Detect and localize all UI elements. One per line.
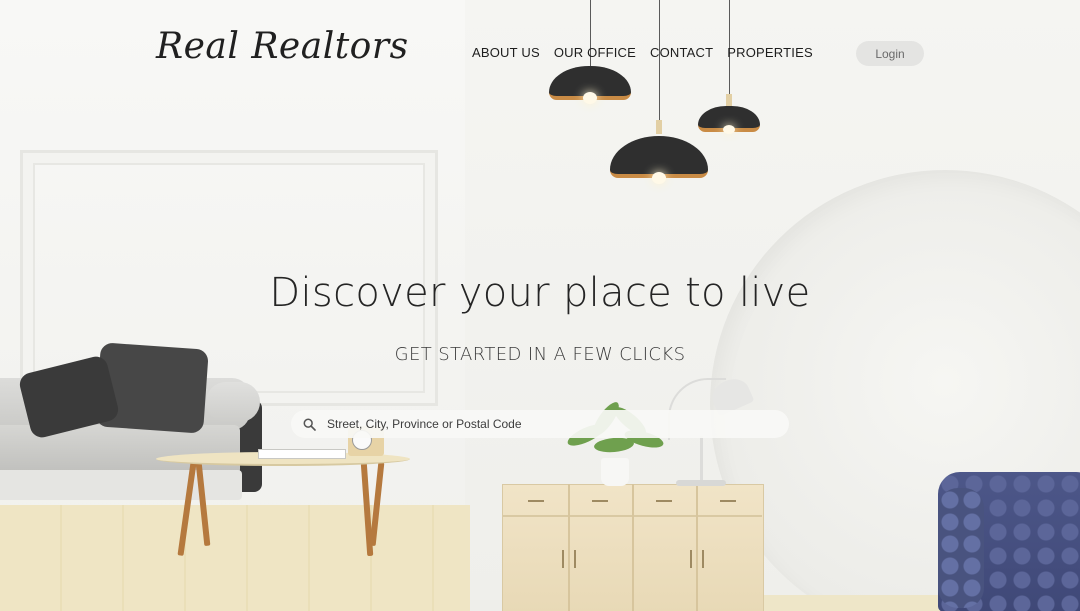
nav-about-us[interactable]: ABOUT US — [472, 45, 540, 60]
pendant-collar — [656, 120, 662, 134]
cabinet-knob — [562, 550, 564, 568]
search-bar[interactable] — [291, 410, 789, 438]
cabinet-divider — [632, 484, 634, 611]
pendant-cord — [659, 0, 660, 120]
main-nav: ABOUT US OUR OFFICE CONTACT PROPERTIES — [472, 45, 813, 60]
wood-floor — [0, 505, 470, 611]
bulb — [723, 125, 735, 134]
nav-our-office[interactable]: OUR OFFICE — [554, 45, 636, 60]
bulb — [652, 172, 666, 184]
cabinet-divider — [568, 484, 570, 611]
nav-contact[interactable]: CONTACT — [650, 45, 713, 60]
lamp-stem — [700, 436, 703, 482]
cabinet-handle — [720, 500, 736, 502]
book — [258, 449, 346, 459]
hero-title: Discover your place to live — [269, 270, 811, 316]
bulb — [583, 92, 597, 104]
sofa-arm — [206, 382, 260, 422]
search-input[interactable] — [327, 417, 767, 431]
cabinet-handle — [656, 500, 672, 502]
lamp-base — [676, 480, 726, 486]
cabinet-knob — [702, 550, 704, 568]
login-button[interactable]: Login — [856, 41, 924, 66]
armchair-arm — [938, 488, 984, 608]
hero-subtitle: GET STARTED IN A FEW CLICKS — [394, 344, 686, 365]
cabinet-handle — [528, 500, 544, 502]
nav-properties[interactable]: PROPERTIES — [727, 45, 813, 60]
cabinet-knob — [690, 550, 692, 568]
cabinet-divider — [696, 484, 698, 611]
brand-logo[interactable]: Real Realtors — [156, 26, 409, 67]
cabinet-knob — [574, 550, 576, 568]
search-icon[interactable] — [291, 418, 327, 431]
cabinet-handle — [592, 500, 608, 502]
sofa-base — [0, 470, 242, 500]
plant-pot — [601, 458, 629, 486]
